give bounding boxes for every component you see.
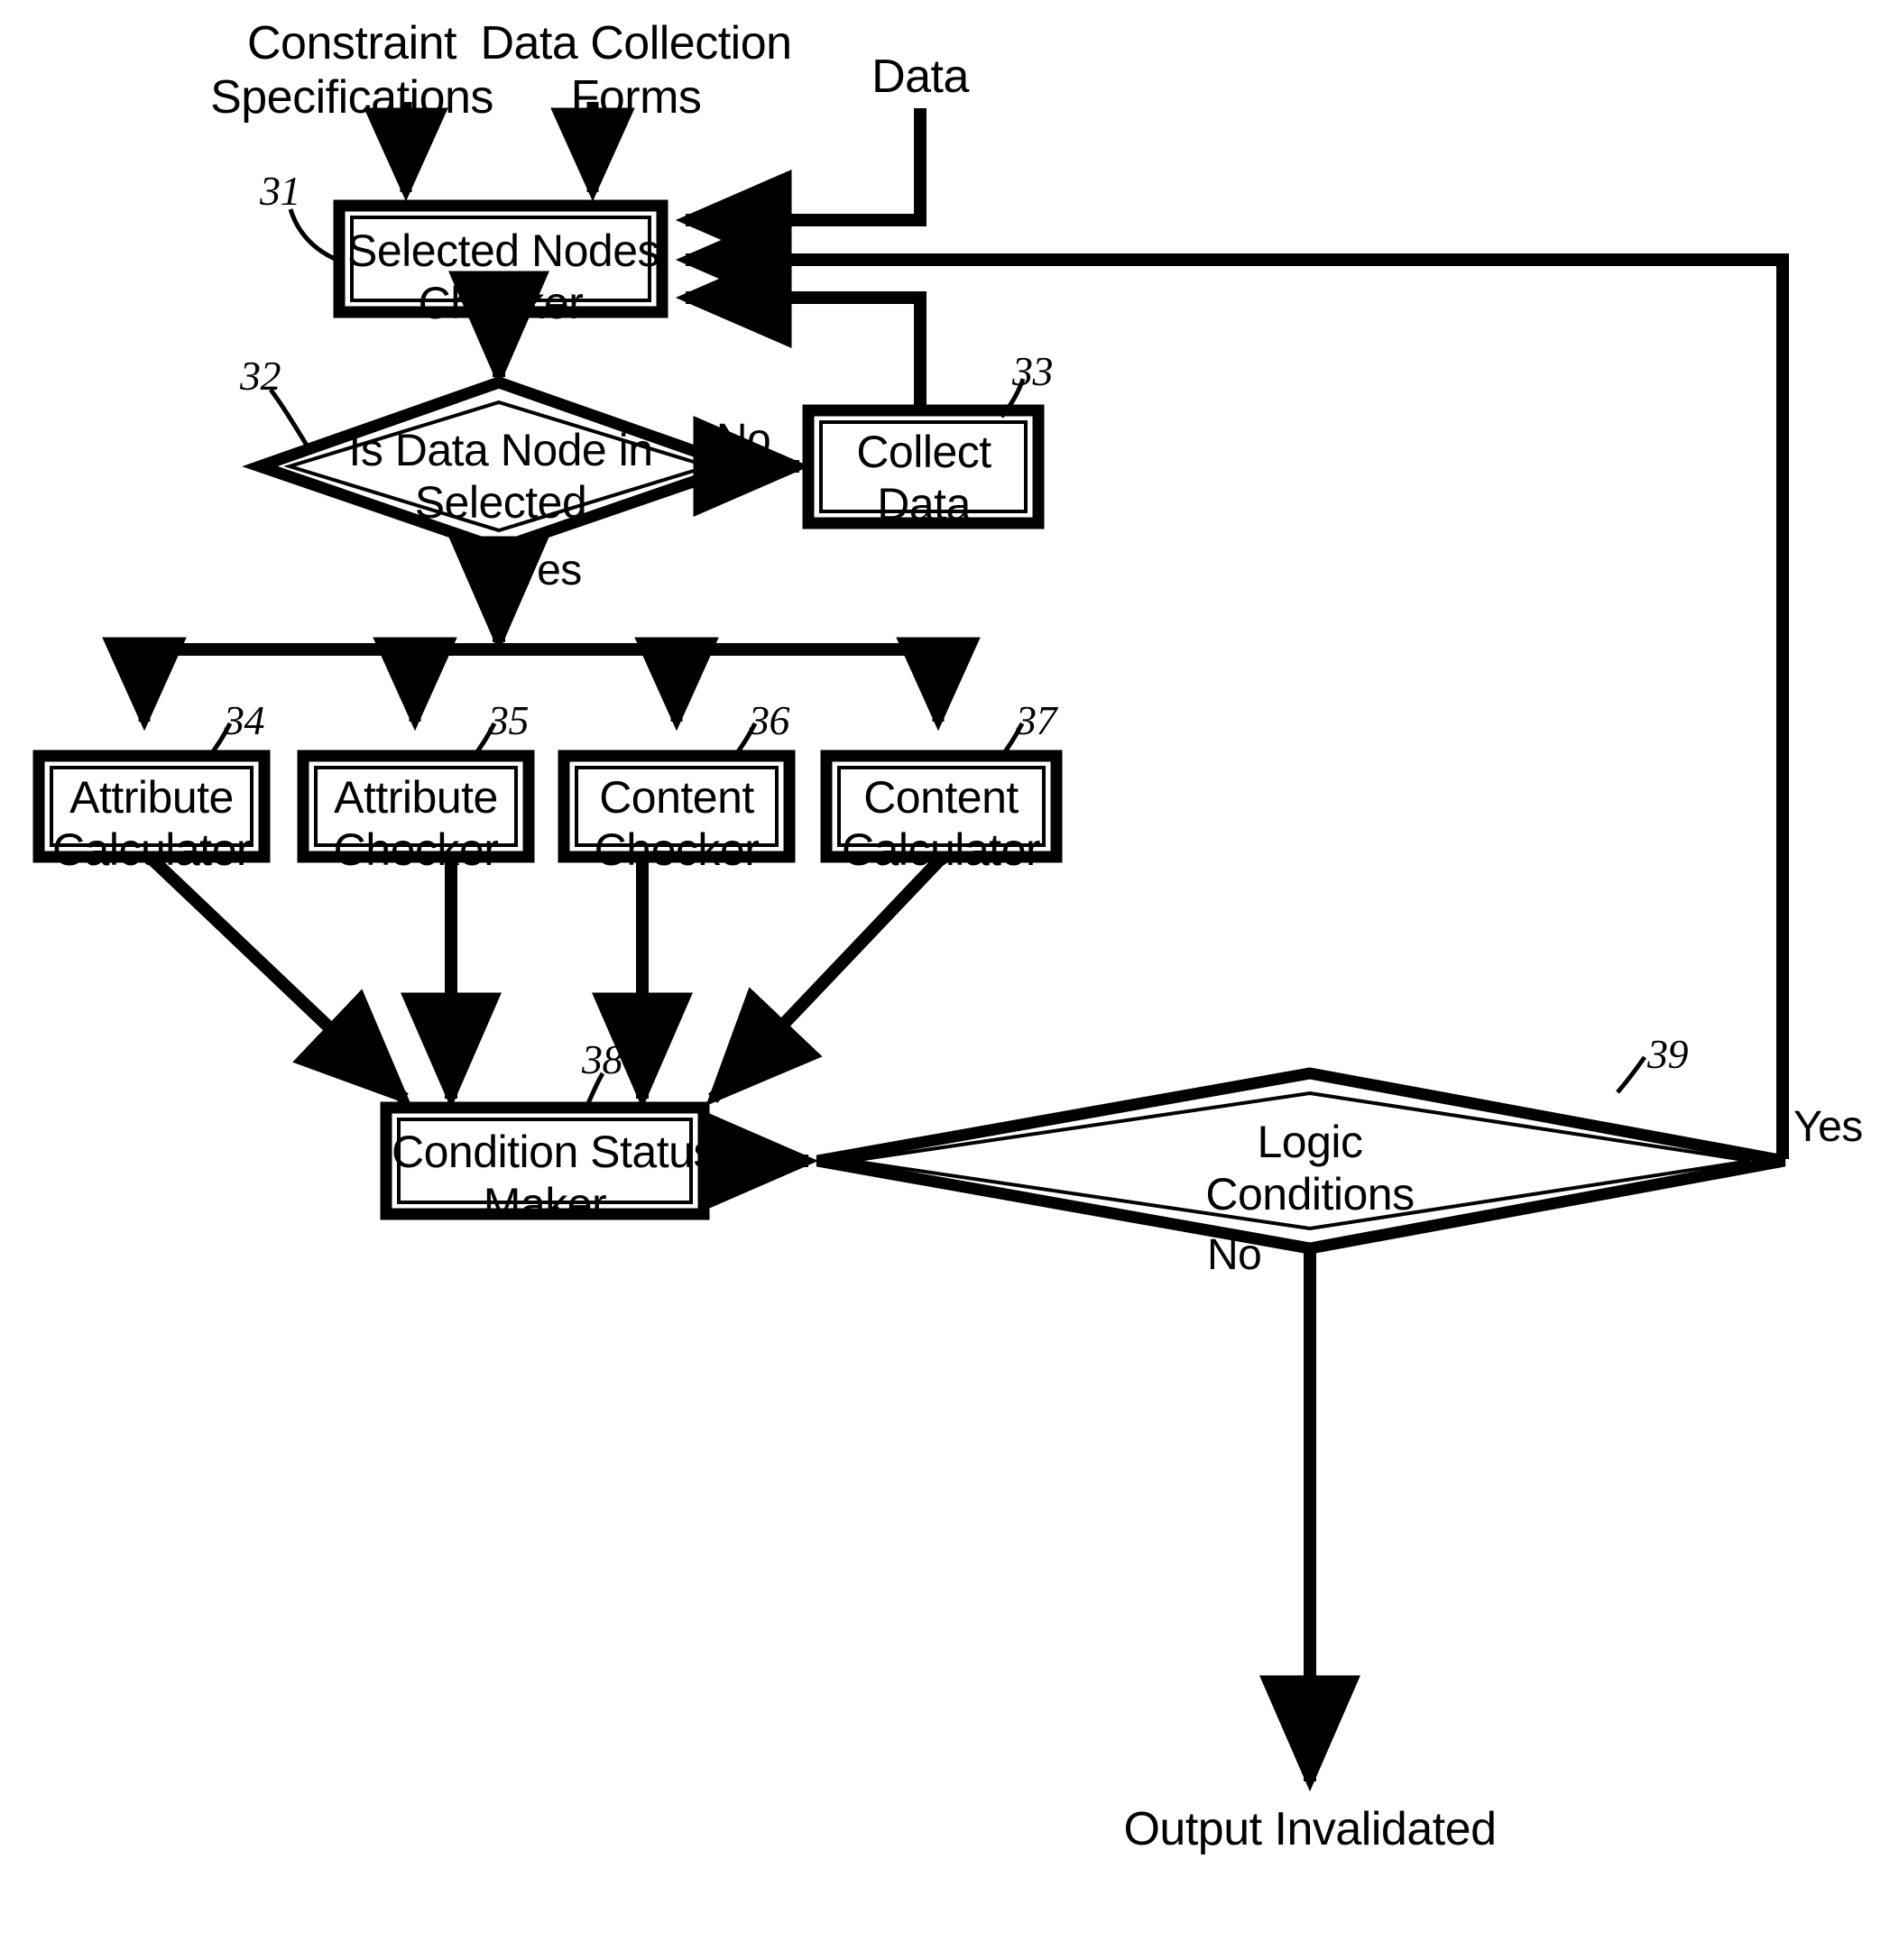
edge-label-logic-no: No (1207, 1231, 1262, 1279)
node-label-attribute-checker: Attribute Checker (333, 772, 499, 875)
input-label-data: Data (871, 51, 969, 103)
node-label-attribute-calculator: Attribute Calculator (51, 772, 252, 875)
node-label-condition-status-maker: Condition Status Maker (392, 1127, 715, 1229)
reference-numeral-38: 38 (582, 1036, 623, 1082)
reference-numeral-35: 35 (488, 697, 530, 743)
flowchart-graphics (32, 102, 1789, 1792)
node-label-logic-conditions: Logic Conditions (1205, 1117, 1415, 1219)
edge-label-logic-yes: Yes (1793, 1103, 1863, 1151)
leader-line-39 (1616, 1055, 1647, 1094)
edge-label-decision-yes: Yes (512, 547, 582, 594)
reference-numeral-37: 37 (1016, 697, 1057, 743)
flowchart-canvas: Constraint Specifications Data Collectio… (0, 0, 1890, 1960)
feedback-line-logic-yes (675, 208, 1789, 1159)
edge-label-decision-no: No (715, 416, 771, 464)
node-label-content-checker: Content Checker (594, 772, 760, 875)
input-label-data-collection-forms: Data Collection Forms (480, 17, 792, 124)
reference-numeral-34: 34 (224, 697, 265, 743)
node-label-content-calculator: Content Calculator (841, 772, 1041, 875)
node-label-is-data-node-in-selected: Is Data Node in Selected (348, 425, 653, 528)
output-label-output-invalidated: Output Invalidated (1123, 1803, 1497, 1855)
node-label-collect-data: Collect Data (856, 427, 991, 529)
edge-content-calculator-to-status-maker (705, 854, 946, 1107)
reference-numeral-39: 39 (1647, 1031, 1689, 1077)
edge-attribute-calculator-to-status-maker (147, 853, 412, 1106)
reference-numeral-33: 33 (1012, 348, 1054, 394)
reference-numeral-32: 32 (240, 353, 281, 399)
reference-numeral-36: 36 (749, 697, 790, 743)
reference-numeral-31: 31 (260, 168, 301, 214)
node-label-selected-nodes-checker: Selected Nodes Checker (347, 225, 660, 328)
